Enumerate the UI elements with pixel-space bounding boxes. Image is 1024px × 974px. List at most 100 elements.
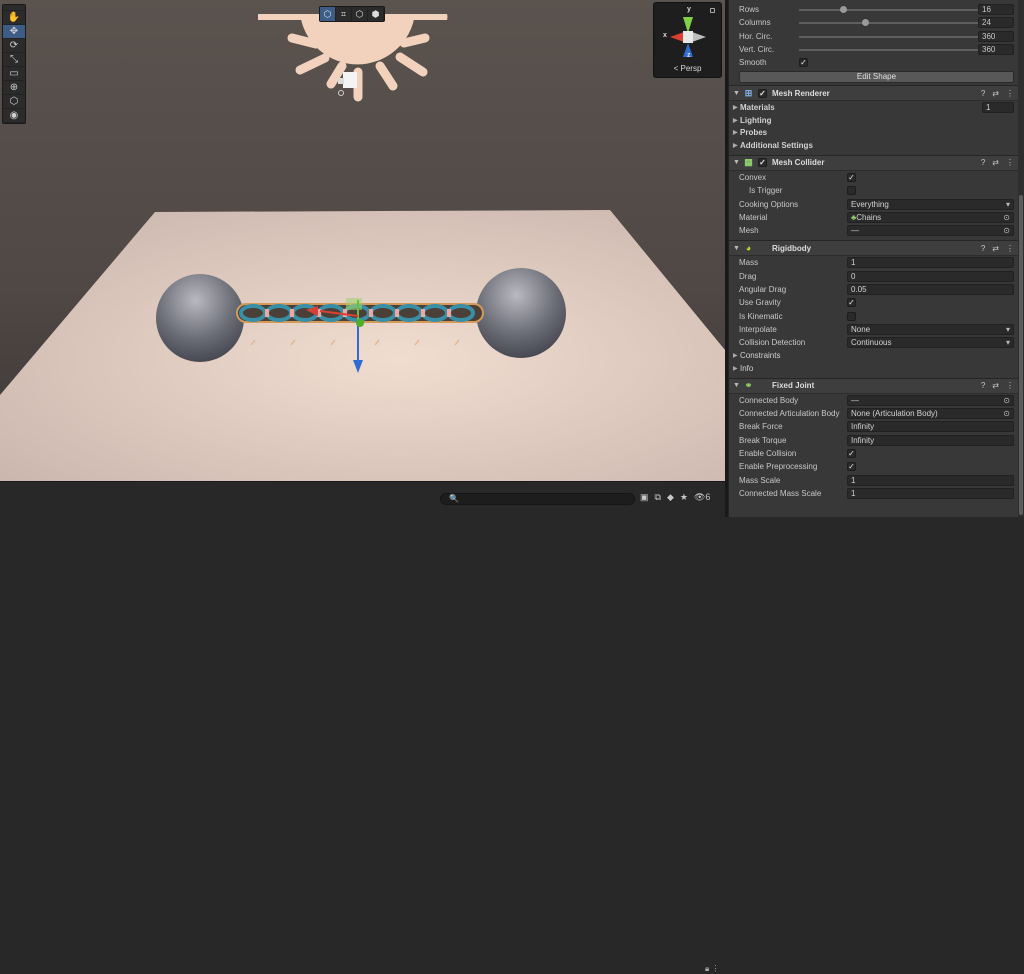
- additional-settings-foldout-icon[interactable]: ▶: [733, 142, 740, 149]
- more-icon[interactable]: ⋮: [1006, 244, 1014, 253]
- rows-value[interactable]: 16: [978, 4, 1014, 16]
- enable-preprocessing-checkbox[interactable]: ✓: [847, 462, 856, 472]
- additional-settings-foldout[interactable]: ▶ Additional Settings: [729, 139, 1024, 152]
- lighting-foldout-icon[interactable]: ▶: [733, 117, 740, 124]
- scene-canvas[interactable]: [0, 0, 725, 481]
- mass-scale-field[interactable]: 1: [847, 474, 1014, 486]
- mesh-renderer-enabled-checkbox[interactable]: ✓: [758, 88, 767, 98]
- wireframe-mode-button[interactable]: ⌗: [336, 7, 352, 21]
- info-foldout-icon[interactable]: ▶: [733, 365, 740, 372]
- vert-circ-slider[interactable]: [799, 45, 986, 53]
- cooking-options-dropdown[interactable]: Everything: [847, 198, 1014, 210]
- left-sphere[interactable]: [156, 274, 244, 362]
- preset-icon[interactable]: ⇄: [992, 89, 999, 98]
- more-icon[interactable]: ⋮: [1006, 158, 1014, 167]
- hand-tool[interactable]: ✋: [3, 11, 25, 25]
- info-foldout[interactable]: ▶ Info: [729, 362, 1024, 375]
- mesh-collider-header[interactable]: ▼ ▦ ✓ Mesh Collider ? ⇄ ⋮: [729, 154, 1024, 171]
- y-axis-label[interactable]: y: [687, 6, 691, 13]
- connected-mass-scale-field[interactable]: 1: [847, 487, 1014, 499]
- constraints-foldout[interactable]: ▶ Constraints: [729, 349, 1024, 362]
- fixed-joint-foldout-icon[interactable]: ▼: [733, 382, 741, 389]
- rigidbody-header[interactable]: ▼ ◕ Rigidbody ? ⇄ ⋮: [729, 240, 1024, 257]
- materials-foldout[interactable]: ▶ Materials 1: [729, 101, 1024, 114]
- angular-drag-field[interactable]: 0.05: [847, 284, 1014, 296]
- constraints-foldout-icon[interactable]: ▶: [733, 352, 740, 359]
- columns-value[interactable]: 24: [978, 17, 1014, 29]
- probes-foldout[interactable]: ▶ Probes: [729, 127, 1024, 140]
- x-axis-label[interactable]: x: [663, 32, 667, 39]
- fixed-joint-header[interactable]: ▼ ⚭ Fixed Joint ? ⇄ ⋮: [729, 377, 1024, 394]
- rows-slider[interactable]: [799, 6, 982, 13]
- mesh-collider-enabled-checkbox[interactable]: ✓: [758, 158, 767, 168]
- vert-circ-value[interactable]: 360: [978, 44, 1014, 56]
- transform-tool[interactable]: ⊕: [3, 81, 25, 95]
- more-icon[interactable]: ⋮: [1006, 381, 1014, 390]
- projection-toggle[interactable]: < Persp: [654, 64, 721, 73]
- rows-slider-knob[interactable]: [839, 6, 847, 13]
- columns-slider-knob[interactable]: [861, 19, 869, 27]
- orientation-gizmo[interactable]: y x z < Persp: [653, 2, 722, 78]
- rigidbody-foldout-icon[interactable]: ▼: [733, 245, 741, 252]
- connected-articulation-field[interactable]: None (Articulation Body): [847, 408, 1014, 420]
- preset-icon[interactable]: ⇄: [992, 158, 999, 167]
- use-gravity-checkbox[interactable]: ✓: [847, 298, 856, 308]
- drag-field[interactable]: 0: [847, 270, 1014, 282]
- collider-tool[interactable]: ◉: [3, 109, 25, 123]
- help-icon[interactable]: ?: [981, 381, 985, 390]
- right-sphere[interactable]: [476, 268, 566, 358]
- mass-field[interactable]: 1: [847, 257, 1014, 269]
- edit-shape-button[interactable]: Edit Shape: [739, 71, 1014, 84]
- hidden-count[interactable]: 👁︎6: [694, 492, 710, 503]
- rotate-tool[interactable]: ⟳: [3, 39, 25, 53]
- materials-foldout-icon[interactable]: ▶: [733, 104, 740, 111]
- mesh-renderer-header[interactable]: ▼ ⊞ ✓ Mesh Renderer ? ⇄ ⋮: [729, 85, 1024, 102]
- connected-body-field[interactable]: —: [847, 394, 1014, 406]
- picture-icon[interactable]: ▣: [640, 492, 649, 503]
- help-icon[interactable]: ?: [981, 158, 985, 167]
- preset-icon[interactable]: ⇄: [992, 381, 999, 390]
- search-input[interactable]: 🔍: [440, 493, 635, 505]
- star-icon[interactable]: ★: [680, 492, 688, 503]
- hor-circ-value[interactable]: 360: [978, 30, 1014, 42]
- move-tool[interactable]: ✥: [3, 25, 25, 39]
- collision-detection-dropdown[interactable]: Continuous: [847, 337, 1014, 349]
- hor-circ-slider[interactable]: [799, 32, 986, 40]
- preset-icon[interactable]: ⇄: [992, 244, 999, 253]
- inspector-scrollbar[interactable]: [1018, 0, 1024, 517]
- filter-icon[interactable]: ⧉: [655, 492, 661, 503]
- probes-foldout-icon[interactable]: ▶: [733, 129, 740, 136]
- lighting-foldout[interactable]: ▶ Lighting: [729, 114, 1024, 127]
- columns-slider[interactable]: [799, 19, 982, 27]
- scale-tool[interactable]: ⤡: [3, 53, 25, 67]
- probes-label: Probes: [740, 128, 768, 138]
- custom-tool[interactable]: ⬡: [3, 95, 25, 109]
- is-trigger-row: Is Trigger: [729, 184, 1024, 197]
- bottom-lock-icon[interactable]: 🔒︎ ⋮: [705, 964, 719, 974]
- shaded-wire-button[interactable]: ⬡: [352, 7, 368, 21]
- convex-checkbox[interactable]: ✓: [847, 173, 856, 182]
- mesh-renderer-foldout-icon[interactable]: ▼: [733, 90, 741, 97]
- rect-tool[interactable]: ▭: [3, 67, 25, 81]
- mesh-field[interactable]: —: [847, 225, 1014, 237]
- materials-count[interactable]: 1: [982, 102, 1014, 114]
- interpolate-dropdown[interactable]: None: [847, 323, 1014, 335]
- scene-view[interactable]: ✋ ✥ ⟳ ⤡ ▭ ⊕ ⬡ ◉ ⬡ ⌗ ⬡ ⬢ y x z < Persp: [0, 0, 725, 481]
- help-icon[interactable]: ?: [981, 244, 985, 253]
- textured-mode-button[interactable]: ⬢: [368, 7, 384, 21]
- more-icon[interactable]: ⋮: [1006, 89, 1014, 98]
- inspector-scroll-thumb[interactable]: [1019, 195, 1023, 515]
- enable-collision-checkbox[interactable]: ✓: [847, 448, 856, 458]
- z-axis-label[interactable]: z: [687, 52, 691, 59]
- break-torque-field[interactable]: Infinity: [847, 434, 1014, 446]
- mesh-collider-foldout-icon[interactable]: ▼: [733, 159, 741, 166]
- smooth-checkbox[interactable]: ✓: [799, 58, 808, 68]
- ground-plane[interactable]: [0, 210, 725, 481]
- is-kinematic-checkbox[interactable]: [847, 311, 856, 321]
- tag-icon[interactable]: ◆: [667, 492, 674, 503]
- help-icon[interactable]: ?: [981, 89, 985, 98]
- material-field[interactable]: ♣Chains: [847, 211, 1014, 223]
- is-trigger-checkbox[interactable]: [847, 186, 856, 196]
- shaded-mode-button[interactable]: ⬡: [320, 7, 336, 21]
- break-force-field[interactable]: Infinity: [847, 421, 1014, 433]
